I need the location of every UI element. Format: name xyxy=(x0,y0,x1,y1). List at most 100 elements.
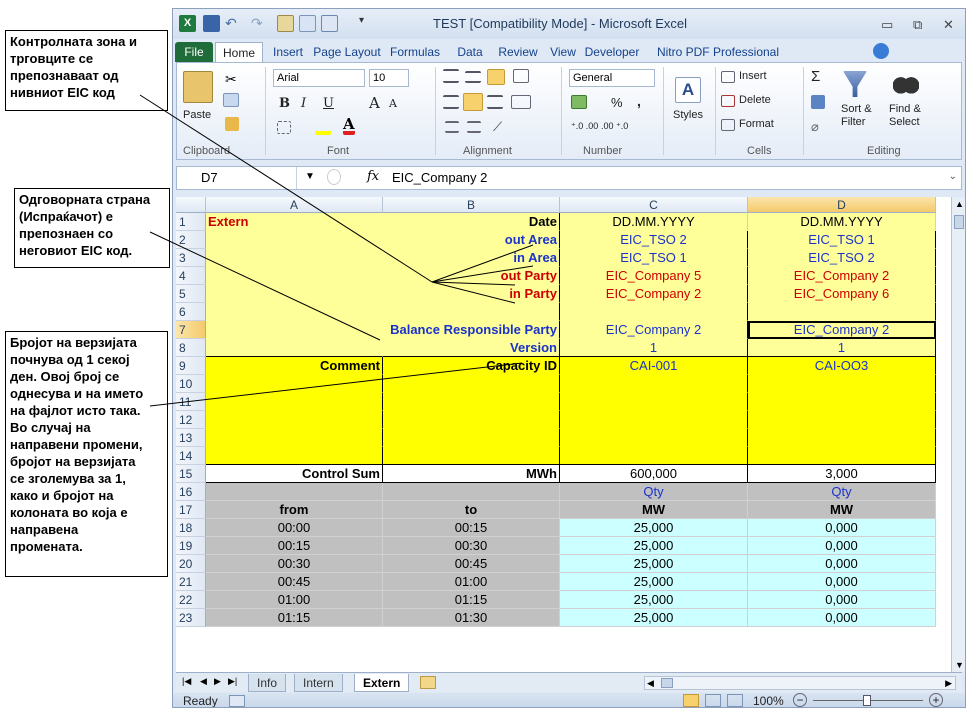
align-left-icon[interactable] xyxy=(443,95,459,109)
clear-icon[interactable]: ⌀ xyxy=(811,119,819,135)
cell-d19[interactable]: 0,000 xyxy=(748,537,936,555)
sheet-nav-prev-icon[interactable]: ◀ xyxy=(200,676,207,687)
tab-home[interactable]: Home xyxy=(215,42,263,62)
cell-a17[interactable]: from xyxy=(206,501,383,519)
row-header[interactable]: 13 xyxy=(176,429,206,447)
scroll-down-icon[interactable]: ▼ xyxy=(955,660,964,670)
cell-d8[interactable]: 1 xyxy=(748,339,936,357)
cell-b2[interactable]: out Area xyxy=(383,231,560,249)
zoom-out-icon[interactable]: − xyxy=(793,693,807,707)
cell-d12[interactable] xyxy=(748,411,936,429)
undo-icon[interactable]: ↶ xyxy=(225,15,242,32)
tab-view[interactable]: View xyxy=(545,42,581,62)
cell-b17[interactable]: to xyxy=(383,501,560,519)
column-header-b[interactable]: B xyxy=(383,197,560,213)
cell-c11[interactable] xyxy=(560,393,748,411)
find-select-button[interactable]: Find & Select xyxy=(889,103,921,129)
cell-c13[interactable] xyxy=(560,429,748,447)
cell-d3[interactable]: EIC_TSO 2 xyxy=(748,249,936,267)
cell-a23[interactable]: 01:15 xyxy=(206,609,383,627)
comma-button[interactable]: , xyxy=(637,93,641,109)
normal-view-icon[interactable] xyxy=(683,694,699,707)
sheet-tab-intern[interactable]: Intern xyxy=(294,674,343,692)
cell-b4[interactable]: out Party xyxy=(383,267,560,285)
cell-d16[interactable]: Qty xyxy=(748,483,936,501)
cell-d9[interactable]: CAI-OO3 xyxy=(748,357,936,375)
sheet-nav-next-icon[interactable]: ▶ xyxy=(214,676,221,687)
sheet-nav-first-icon[interactable]: |◀ xyxy=(182,676,191,687)
tab-formulas[interactable]: Formulas xyxy=(383,42,447,62)
cell-a10[interactable] xyxy=(206,375,383,393)
cell-a16[interactable] xyxy=(206,483,383,501)
cell-d17[interactable]: MW xyxy=(748,501,936,519)
cell-a7[interactable] xyxy=(206,321,383,339)
cell-d7[interactable]: EIC_Company 2 xyxy=(748,321,936,339)
format-painter-icon[interactable] xyxy=(225,117,239,131)
align-middle-icon[interactable] xyxy=(465,71,481,83)
row-header[interactable]: 20 xyxy=(176,555,206,573)
cell-c20[interactable]: 25,000 xyxy=(560,555,748,573)
cell-a5[interactable] xyxy=(206,285,383,303)
tab-review[interactable]: Review xyxy=(493,42,543,62)
wrap-text-icon[interactable] xyxy=(513,69,529,83)
row-header[interactable]: 7 xyxy=(176,321,206,339)
scroll-up-icon[interactable]: ▲ xyxy=(955,199,964,209)
cell-c23[interactable]: 25,000 xyxy=(560,609,748,627)
worksheet-grid[interactable]: A B C D 1 Extern Date DD.MM.YYYY DD.MM.YYYY 2 out … xyxy=(176,197,951,672)
cell-c14[interactable] xyxy=(560,447,748,465)
cell-d6[interactable] xyxy=(748,303,936,321)
cell-c17[interactable]: MW xyxy=(560,501,748,519)
format-cells-icon[interactable] xyxy=(721,119,735,131)
table-icon[interactable] xyxy=(321,15,338,32)
cell-d10[interactable] xyxy=(748,375,936,393)
cell-b12[interactable] xyxy=(383,411,560,429)
row-header[interactable]: 12 xyxy=(176,411,206,429)
column-header-c[interactable]: C xyxy=(560,197,748,213)
name-box-dropdown-icon[interactable]: ▼ xyxy=(305,171,315,182)
expand-formula-bar-icon[interactable]: ⌄ xyxy=(949,171,957,182)
cell-d23[interactable]: 0,000 xyxy=(748,609,936,627)
row-header[interactable]: 10 xyxy=(176,375,206,393)
cell-c3[interactable]: EIC_TSO 1 xyxy=(560,249,748,267)
cell-d15[interactable]: 3,000 xyxy=(748,465,936,483)
merge-center-icon[interactable] xyxy=(511,95,531,109)
cell-a2[interactable] xyxy=(206,231,383,249)
fill-icon[interactable] xyxy=(811,95,825,109)
sort-filter-button[interactable]: Sort & Filter xyxy=(841,103,872,129)
accounting-format-icon[interactable] xyxy=(571,95,587,109)
delete-cells-button[interactable]: Delete xyxy=(739,94,771,106)
cell-b22[interactable]: 01:15 xyxy=(383,591,560,609)
align-right-icon[interactable] xyxy=(487,95,503,109)
shrink-font-button[interactable]: A xyxy=(389,97,397,110)
cell-b20[interactable]: 00:45 xyxy=(383,555,560,573)
cell-b8[interactable]: Version xyxy=(383,339,560,357)
cell-a8[interactable] xyxy=(206,339,383,357)
decrease-decimal-button[interactable]: .00 ⁺.0 xyxy=(601,121,628,132)
cell-c7[interactable]: EIC_Company 2 xyxy=(560,321,748,339)
cell-d2[interactable]: EIC_TSO 1 xyxy=(748,231,936,249)
cell-d1[interactable]: DD.MM.YYYY xyxy=(748,213,936,231)
row-header[interactable]: 5 xyxy=(176,285,206,303)
cut-icon[interactable]: ✂ xyxy=(225,71,237,88)
cell-a4[interactable] xyxy=(206,267,383,285)
row-header[interactable]: 22 xyxy=(176,591,206,609)
percent-button[interactable]: % xyxy=(611,95,623,110)
cell-c18[interactable]: 25,000 xyxy=(560,519,748,537)
cell-b3[interactable]: in Area xyxy=(383,249,560,267)
paste-button[interactable]: Paste xyxy=(183,109,211,121)
align-top-icon[interactable] xyxy=(443,69,459,83)
cell-c9[interactable]: CAI-001 xyxy=(560,357,748,375)
cell-c4[interactable]: EIC_Company 5 xyxy=(560,267,748,285)
sheet-tab-extern[interactable]: Extern xyxy=(354,674,410,692)
cell-b11[interactable] xyxy=(383,393,560,411)
cell-a9[interactable]: Comment xyxy=(206,357,383,375)
page-break-view-icon[interactable] xyxy=(727,694,743,707)
fill-color-icon[interactable] xyxy=(315,121,331,135)
zoom-level[interactable]: 100% xyxy=(753,693,784,707)
cell-a15[interactable]: Control Sum xyxy=(206,465,383,483)
close-button[interactable]: ✕ xyxy=(943,17,954,33)
cell-a1[interactable]: Extern xyxy=(206,213,383,231)
row-header[interactable]: 8 xyxy=(176,339,206,357)
align-bottom-icon[interactable] xyxy=(487,69,505,85)
cell-b23[interactable]: 01:30 xyxy=(383,609,560,627)
